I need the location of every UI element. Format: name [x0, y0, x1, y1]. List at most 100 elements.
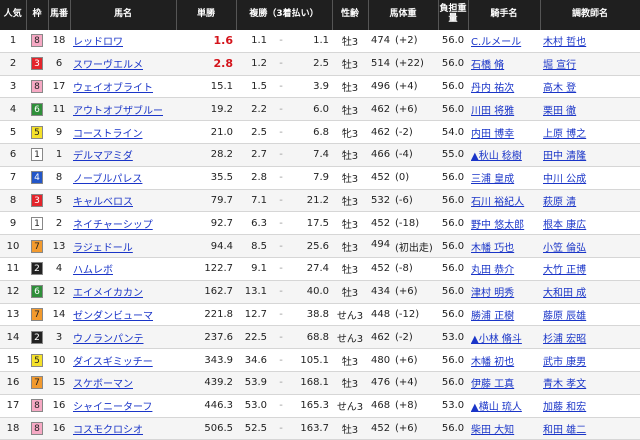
weight-diff: (-8) [395, 263, 413, 275]
jockey-link[interactable]: ▲横山 琉人 [468, 394, 540, 418]
umaban-cell: 8 [48, 166, 70, 190]
trainer-link[interactable]: 青木 孝文 [540, 371, 640, 395]
horse-name-link[interactable]: ダイスギミッチー [70, 348, 176, 372]
trainer-link[interactable]: 小笠 倫弘 [540, 234, 640, 258]
jockey-link[interactable]: 木幡 巧也 [468, 234, 540, 258]
trainer-link[interactable]: 大竹 正博 [540, 257, 640, 281]
tansho-odds: 15.1 [176, 75, 236, 99]
weight-value: 462 [371, 103, 391, 115]
header-chokyoshi[interactable]: 調教師名 [540, 0, 640, 30]
horse-name-link[interactable]: デルマアミダ [70, 143, 176, 167]
header-bataiju[interactable]: 馬体重 [368, 0, 439, 30]
body-weight: 532 (-6) [371, 195, 435, 206]
horse-name-link[interactable]: キャルベロス [70, 189, 176, 213]
jockey-link[interactable]: ▲小林 脩斗 [468, 325, 540, 350]
trainer-link[interactable]: 木村 哲也 [540, 30, 640, 53]
table-row: 1 8 18 レッドロワ 1.6 1.1-1.1 牡3 474 (+2) 56.0 C.ルメール 木村… [0, 30, 640, 53]
waku-cell: 3 [26, 52, 48, 76]
trainer-link[interactable]: 武市 康男 [540, 348, 640, 372]
waku-cell: 8 [26, 417, 48, 440]
umaban-cell: 5 [48, 189, 70, 213]
horse-name-link[interactable]: ウェイオブライト [70, 75, 176, 99]
jockey-link[interactable]: 伊藤 工真 [468, 371, 540, 395]
umaban-cell: 10 [48, 348, 70, 372]
jockey-link[interactable]: ▲秋山 稔樹 [468, 143, 540, 167]
header-seirei[interactable]: 性齢 [332, 0, 369, 30]
header-kinryo[interactable]: 負担重量 [438, 0, 469, 30]
jockey-link[interactable]: 丸田 恭介 [468, 257, 540, 281]
horse-name-link[interactable]: ノーブルパレス [70, 166, 176, 190]
horse-name-link[interactable]: コスモクロシオ [70, 417, 176, 440]
horse-name-link[interactable]: スワーヴエルメ [70, 52, 176, 76]
weight-value: 462 [371, 331, 391, 343]
table-row: 13 7 14 ゼンダンビューマ 221.8 12.7- 38.8 せん3 448 (-12) 56… [0, 303, 640, 327]
horse-name-link[interactable]: ラジェドール [70, 234, 176, 258]
jockey-link[interactable]: 石橋 脩 [468, 52, 540, 76]
horse-name-link[interactable]: ゼンダンビューマ [70, 303, 176, 327]
trainer-link[interactable]: 杉浦 宏昭 [540, 325, 640, 350]
fukusho-range: 2.2- 6.0 [239, 104, 329, 115]
table-row: 9 1 2 ネイチャーシップ 92.7 6.3- 17.5 牡3 452 (-18) 56.0 野中 … [0, 211, 640, 236]
trainer-link[interactable]: 田中 清隆 [540, 143, 640, 167]
fukusho-low: 53.9 [244, 377, 267, 389]
fukusho-range: 13.1- 40.0 [239, 286, 329, 297]
jockey-link[interactable]: 内田 博幸 [468, 120, 540, 144]
jockey-link[interactable]: 野中 悠太郎 [468, 211, 540, 236]
range-separator: - [279, 400, 283, 412]
jockey-link[interactable]: 石川 裕紀人 [468, 189, 540, 213]
jockey-link[interactable]: 柴田 大知 [468, 417, 540, 440]
horse-name-link[interactable]: レッドロワ [70, 30, 176, 53]
waku-badge: 6 [31, 285, 43, 299]
weight-diff: (-6) [395, 194, 413, 206]
horse-name-link[interactable]: ネイチャーシップ [70, 211, 176, 236]
ninki-cell: 1 [0, 30, 26, 53]
trainer-link[interactable]: 栗田 徹 [540, 97, 640, 122]
trainer-link[interactable]: 根本 康広 [540, 211, 640, 236]
header-tansho[interactable]: 単勝 [176, 0, 237, 30]
header-bamei[interactable]: 馬名 [70, 0, 177, 30]
ninki-cell: 18 [0, 417, 26, 440]
sex-age-cell: 牡3 [332, 417, 368, 440]
weight-diff: (+6) [395, 354, 418, 366]
trainer-link[interactable]: 高木 登 [540, 75, 640, 99]
header-kishu[interactable]: 騎手名 [468, 0, 541, 30]
ninki-cell: 14 [0, 325, 26, 350]
trainer-link[interactable]: 加藤 和宏 [540, 394, 640, 418]
jockey-link[interactable]: 三浦 皇成 [468, 166, 540, 190]
jockey-link[interactable]: 川田 将雅 [468, 97, 540, 122]
trainer-link[interactable]: 藤原 辰雄 [540, 303, 640, 327]
horse-name-link[interactable]: スケボーマン [70, 371, 176, 395]
jockey-link[interactable]: C.ルメール [468, 30, 540, 53]
range-separator: - [279, 377, 283, 389]
horse-name-link[interactable]: エイメイカカン [70, 280, 176, 304]
body-weight: 476 (+4) [371, 377, 435, 388]
jockey-link[interactable]: 木幡 初也 [468, 348, 540, 372]
horse-name-link[interactable]: アウトオブザブルー [70, 97, 176, 122]
horse-name-link[interactable]: ハムレボ [70, 257, 176, 281]
horse-name-link[interactable]: コーストライン [70, 120, 176, 144]
fukusho-range: 1.5- 3.9 [239, 81, 329, 92]
jockey-link[interactable]: 丹内 祐次 [468, 75, 540, 99]
umaban-cell: 3 [48, 325, 70, 350]
horse-name-link[interactable]: ウノランパンテ [70, 325, 176, 350]
fukusho-range: 1.2- 2.5 [239, 58, 329, 69]
tansho-odds: 21.0 [176, 120, 236, 144]
jockey-link[interactable]: 津村 明秀 [468, 280, 540, 304]
tansho-odds: 94.4 [176, 234, 236, 258]
trainer-link[interactable]: 上原 博之 [540, 120, 640, 144]
horse-name-link[interactable]: シャイニーターフ [70, 394, 176, 418]
trainer-link[interactable]: 堀 宣行 [540, 52, 640, 76]
fukusho-high: 1.1 [313, 35, 329, 47]
ninki-cell: 8 [0, 189, 26, 213]
header-ninki[interactable]: 人気 [0, 0, 27, 30]
trainer-link[interactable]: 和田 雄二 [540, 417, 640, 440]
trainer-link[interactable]: 大和田 成 [540, 280, 640, 304]
header-waku[interactable]: 枠 [26, 0, 49, 30]
body-weight: 468 (+8) [371, 400, 435, 411]
umaban-cell: 6 [48, 52, 70, 76]
jockey-link[interactable]: 勝浦 正樹 [468, 303, 540, 327]
trainer-link[interactable]: 中川 公成 [540, 166, 640, 190]
header-umaban[interactable]: 馬番 [48, 0, 71, 30]
trainer-link[interactable]: 萩原 清 [540, 189, 640, 213]
header-fukusho[interactable]: 複勝（3着払い） [236, 0, 333, 30]
